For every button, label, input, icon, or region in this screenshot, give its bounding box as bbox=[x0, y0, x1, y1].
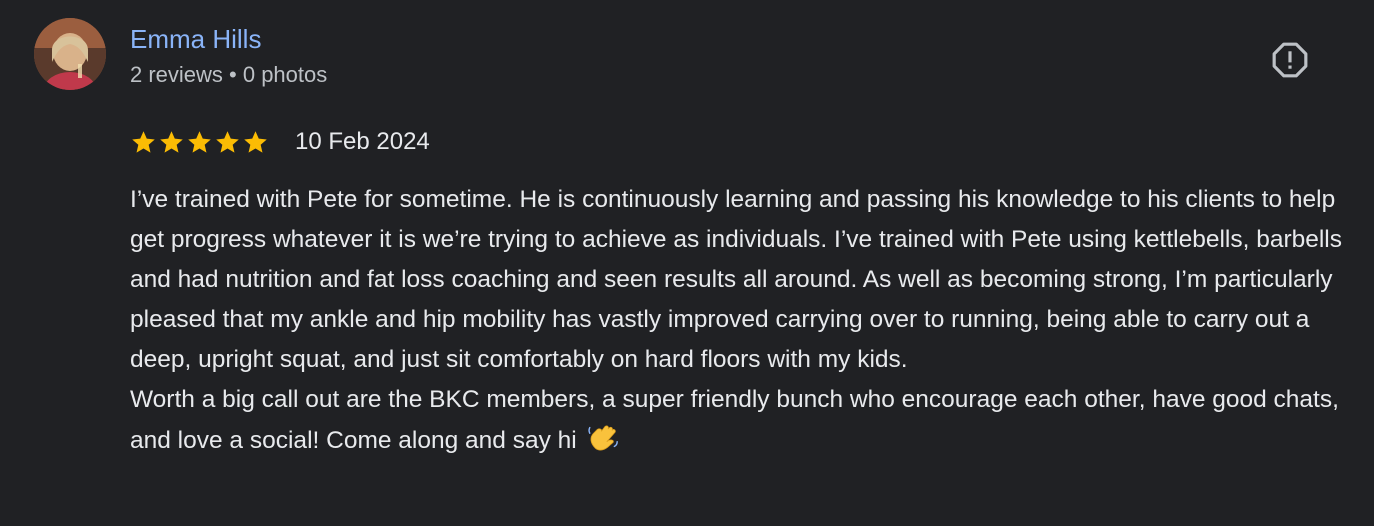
rating-row: 10 Feb 2024 bbox=[130, 124, 430, 160]
review-paragraph: I’ve trained with Pete for sometime. He … bbox=[130, 186, 1342, 373]
star-rating bbox=[130, 129, 269, 156]
reviewer-name[interactable]: Emma Hills bbox=[130, 22, 261, 56]
report-icon bbox=[1272, 42, 1308, 78]
report-button[interactable] bbox=[1266, 36, 1314, 84]
waving-hand-icon bbox=[587, 425, 618, 451]
review-date: 10 Feb 2024 bbox=[295, 128, 430, 155]
review-paragraph: Worth a big call out are the BKC members… bbox=[130, 380, 1345, 461]
review-paragraph-text: Worth a big call out are the BKC members… bbox=[130, 386, 1339, 454]
review-text: I’ve trained with Pete for sometime. He … bbox=[130, 180, 1345, 461]
star-icon bbox=[216, 130, 239, 153]
star-icon bbox=[160, 130, 183, 153]
reviewer-meta: 2 reviews • 0 photos bbox=[130, 62, 328, 87]
reviewer-avatar[interactable] bbox=[34, 18, 106, 90]
star-icon bbox=[244, 130, 267, 153]
star-icon bbox=[132, 130, 155, 153]
star-icon bbox=[188, 130, 211, 153]
